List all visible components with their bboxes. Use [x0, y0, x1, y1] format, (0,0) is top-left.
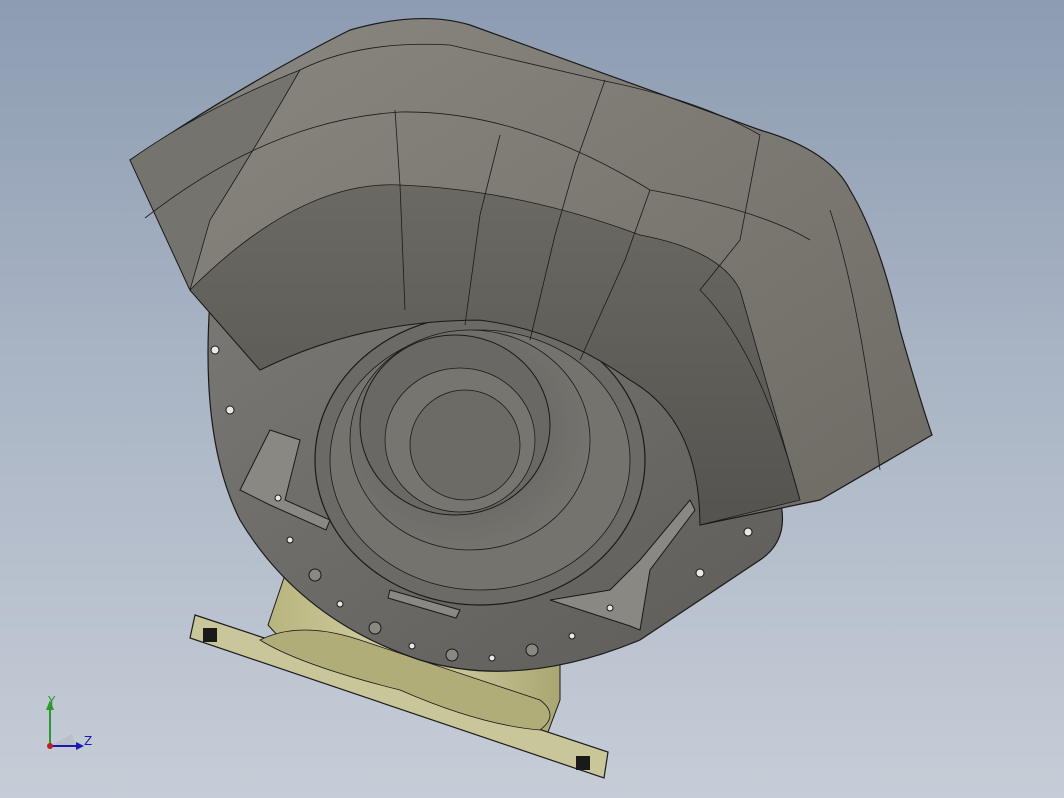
triad-z-label: Z: [84, 734, 93, 748]
cad-model[interactable]: [0, 0, 1064, 798]
flange-slot-left: [203, 628, 217, 642]
graphics-viewport[interactable]: Y Z: [0, 0, 1064, 798]
flange-slot-right: [576, 756, 590, 770]
coordinate-triad: Y Z: [36, 694, 106, 760]
triad-y-label: Y: [48, 694, 56, 708]
triad-axes: [46, 700, 84, 750]
